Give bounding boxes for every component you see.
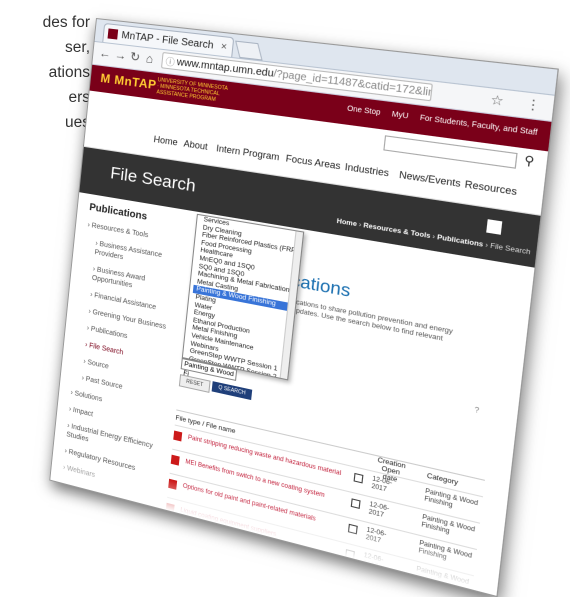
help-icon[interactable]: ? [474, 407, 480, 416]
background-text-line: des for [0, 10, 90, 35]
nav-focus-areas[interactable]: Focus Areas [285, 153, 341, 172]
search-toggle-icon[interactable] [486, 219, 502, 235]
breadcrumb-home[interactable]: Home [336, 218, 357, 229]
logo-text: MnTAP [114, 73, 158, 92]
background-text-line: ues [0, 110, 90, 135]
breadcrumb-resources[interactable]: Resources & Tools [363, 222, 431, 240]
breadcrumb-publications[interactable]: Publications [437, 234, 484, 249]
nav-home[interactable]: Home [153, 134, 178, 148]
open-icon[interactable] [354, 473, 364, 484]
one-stop-link[interactable]: One Stop [347, 105, 381, 117]
background-text-line: s [0, 135, 90, 160]
intro-text: blications to share pollution prevention… [288, 297, 460, 346]
mntap-logo[interactable]: M MnTAP [100, 71, 157, 92]
search-icon[interactable]: ⚲ [523, 153, 535, 169]
browser-menu-icon[interactable]: ⋮ [525, 96, 542, 114]
nav-industries[interactable]: Industries [344, 161, 389, 178]
browser-screenshot: MnTAP - File Search × ← → ↻ ⌂ ⓘ www.mnta… [49, 18, 556, 594]
nav-news-events[interactable]: News/Events [399, 169, 462, 189]
creation-date: 12-06-2017 [368, 502, 395, 523]
new-tab-button[interactable] [235, 41, 262, 61]
myu-link[interactable]: MyU [391, 111, 408, 121]
search-button[interactable]: Q SEARCH [212, 381, 253, 400]
favicon-icon [108, 28, 119, 39]
info-icon: ⓘ [165, 53, 176, 70]
nav-intern-program[interactable]: Intern Program [216, 143, 280, 163]
bookmark-star-icon[interactable]: ☆ [490, 92, 505, 109]
creation-date: 12-06-2017 [371, 476, 398, 497]
background-text-fragment: des forser,ationsersuessd [0, 10, 90, 185]
back-arrow-icon[interactable]: ← [99, 46, 112, 61]
background-text-line: ations [0, 60, 90, 85]
browser-window: MnTAP - File Search × ← → ↻ ⌂ ⓘ www.mnta… [49, 18, 559, 597]
sidebar-list: › Resources & Tools › Business Assistance… [63, 221, 182, 496]
for-students-link[interactable]: For Students, Faculty, and Staff [419, 114, 538, 137]
category-dropdown-list[interactable]: Services Dry Cleaning Fiber Reinforced Pla… [182, 214, 304, 381]
forward-arrow-icon[interactable]: → [114, 47, 127, 62]
reset-button[interactable]: RESET [179, 374, 211, 393]
reload-icon[interactable]: ↻ [130, 49, 141, 64]
home-icon[interactable]: ⌂ [145, 51, 154, 66]
nav-about[interactable]: About [183, 138, 208, 152]
nav-resources[interactable]: Resources [464, 179, 517, 198]
banner-title: File Search [109, 163, 196, 197]
tab-close-icon[interactable]: × [220, 37, 228, 57]
background-text-line: ers [0, 85, 90, 110]
breadcrumb-current: File Search [490, 242, 531, 256]
pdf-file-icon [173, 431, 182, 442]
open-icon[interactable] [351, 498, 361, 509]
background-text-line: d [0, 160, 90, 185]
background-text-line: ser, [0, 35, 90, 60]
pdf-file-icon [171, 455, 180, 466]
